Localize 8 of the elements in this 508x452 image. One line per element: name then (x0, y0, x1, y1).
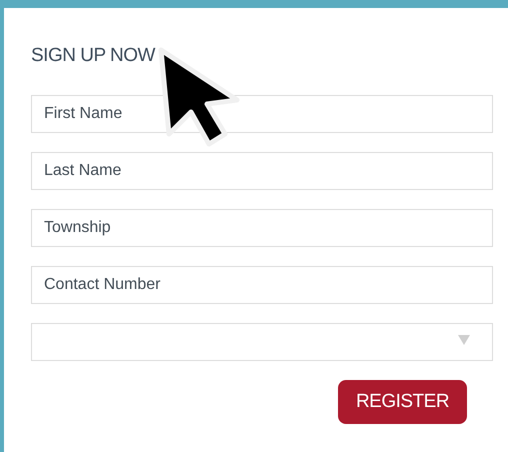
dropdown-field[interactable] (31, 323, 493, 361)
register-button[interactable]: REGISTER (338, 380, 467, 424)
dropdown-arrow-icon (458, 335, 470, 345)
form-title: SIGN UP NOW (31, 44, 156, 68)
input-field[interactable]: Last Name (31, 152, 493, 190)
input-field[interactable]: Township (31, 209, 493, 247)
input-field[interactable]: Contact Number (31, 266, 493, 304)
input-field[interactable]: First Name (31, 95, 493, 133)
